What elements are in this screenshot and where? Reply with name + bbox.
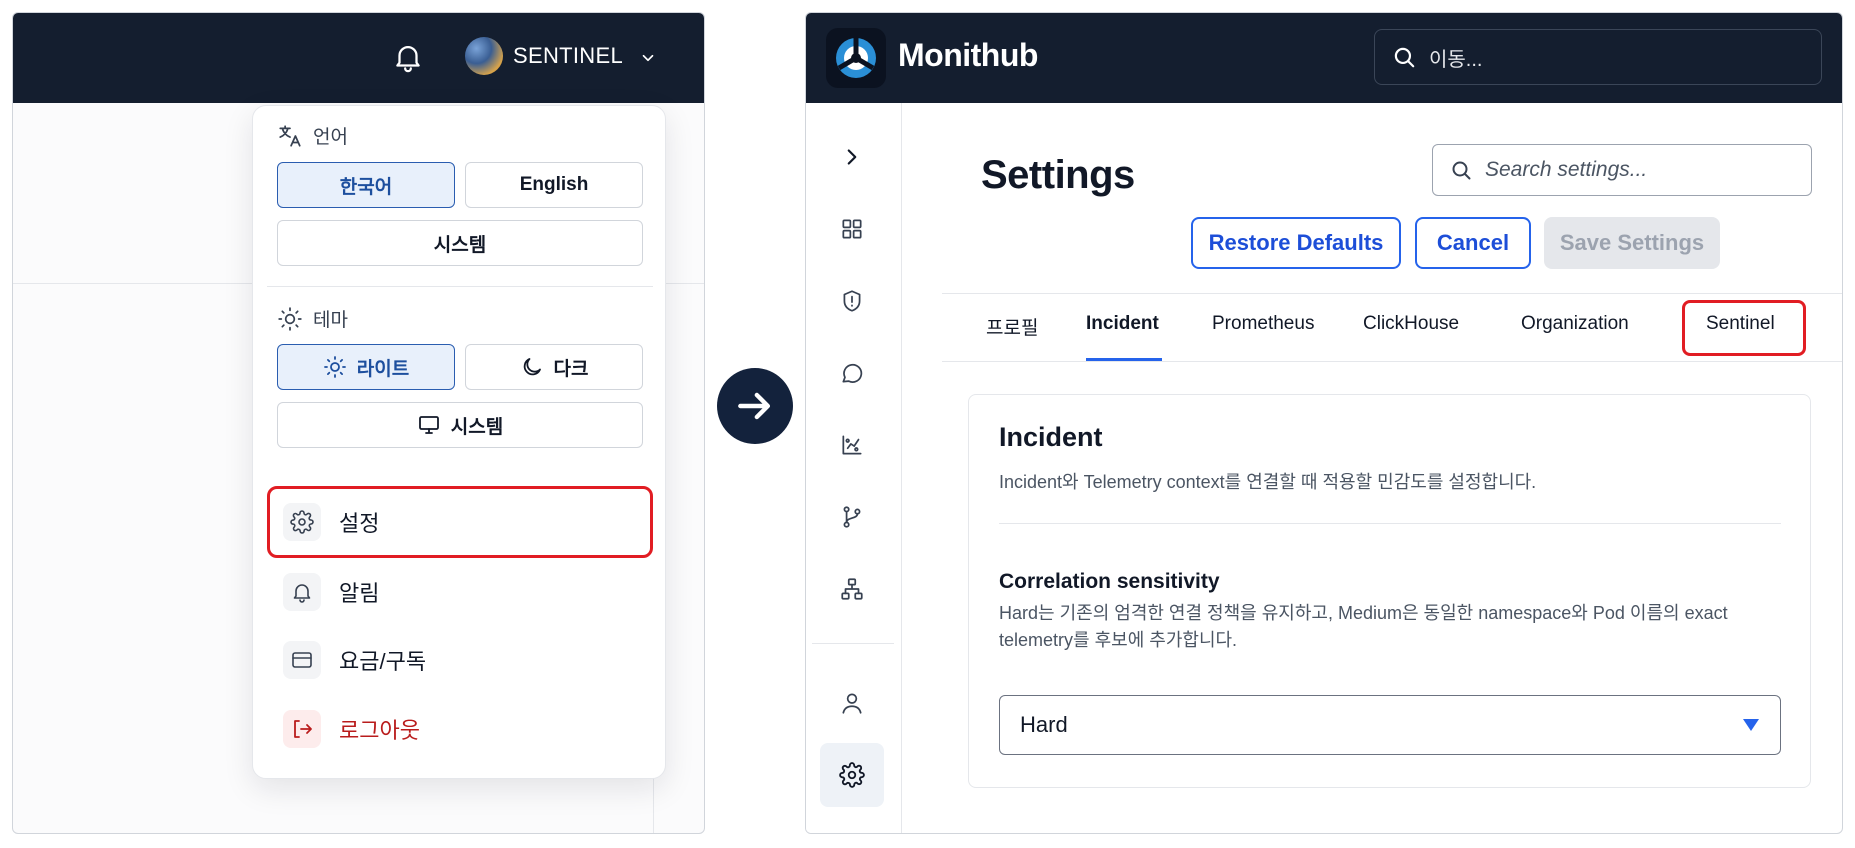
menu-divider — [267, 286, 653, 287]
chart-icon — [842, 435, 862, 455]
card-title: Incident — [999, 422, 1103, 452]
cancel-button[interactable]: Cancel — [1415, 217, 1531, 269]
menu-item-notifications[interactable]: 알림 — [267, 556, 653, 628]
transition-arrow — [717, 368, 793, 444]
menu-item-settings[interactable]: 설정 — [267, 486, 653, 558]
menu-item-logout[interactable]: 로그아웃 — [267, 693, 653, 765]
page-title: Settings — [981, 153, 1135, 197]
side-navigation — [806, 103, 902, 833]
theme-option-light[interactable]: 라이트 — [277, 344, 455, 390]
tab-profile[interactable]: 프로필 — [986, 313, 1038, 340]
sun-icon — [278, 306, 302, 331]
settings-search-placeholder: Search settings... — [1485, 158, 1648, 181]
arrow-right-icon — [738, 392, 771, 420]
menu-item-label: 알림 — [339, 581, 380, 606]
menu-item-label: 설정 — [339, 511, 380, 536]
network-icon — [841, 578, 863, 600]
monitor-icon — [418, 416, 439, 434]
chevron-down-icon[interactable] — [639, 49, 657, 67]
before-screenshot-panel: SENTINEL 언어 한국어 English 시스템 테마 라이트 다크 시스… — [12, 12, 705, 834]
theme-section-heading: 테마 — [277, 305, 348, 332]
nav-incidents[interactable] — [820, 269, 884, 333]
search-icon — [1452, 161, 1471, 180]
user-icon — [842, 693, 862, 714]
nav-metrics[interactable] — [820, 413, 884, 477]
correlation-sensitivity-select[interactable]: Hard — [999, 695, 1781, 755]
credit-card-icon — [283, 641, 321, 679]
git-branch-icon — [843, 506, 861, 528]
nav-topology[interactable] — [820, 557, 884, 621]
top-navigation-bar: Monithub 이동... — [806, 13, 1842, 103]
user-dropdown-menu: 언어 한국어 English 시스템 테마 라이트 다크 시스템 설정 알림 요… — [252, 105, 666, 779]
card-divider — [999, 523, 1781, 524]
menu-item-label: 요금/구독 — [339, 649, 427, 674]
menu-item-label: 로그아웃 — [339, 718, 420, 743]
nav-chat[interactable] — [820, 341, 884, 405]
user-avatar[interactable] — [465, 37, 503, 75]
incident-settings-card: Incident Incident와 Telemetry context를 연결… — [968, 394, 1811, 788]
bell-icon — [283, 573, 321, 611]
global-search-placeholder: 이동... — [1429, 48, 1483, 71]
nav-workflows[interactable] — [820, 485, 884, 549]
user-menu-name[interactable]: SENTINEL — [513, 43, 623, 69]
brand-logo-icon[interactable] — [826, 28, 886, 88]
shield-alert-icon — [843, 290, 861, 312]
sentinel-tab-highlight — [1682, 300, 1806, 356]
chat-icon — [842, 363, 863, 383]
tab-prometheus[interactable]: Prometheus — [1212, 313, 1314, 335]
tab-organization[interactable]: Organization — [1521, 313, 1629, 335]
search-icon — [1394, 47, 1415, 68]
theme-option-system[interactable]: 시스템 — [277, 402, 643, 448]
translate-icon — [279, 124, 301, 147]
theme-option-dark[interactable]: 다크 — [465, 344, 643, 390]
language-option-system[interactable]: 시스템 — [277, 220, 643, 266]
nav-expand-button[interactable] — [820, 125, 884, 189]
brand-name[interactable]: Monithub — [898, 37, 1038, 74]
card-description: Incident와 Telemetry context를 연결할 때 적용할 민… — [999, 472, 1537, 492]
moon-icon — [523, 358, 541, 376]
select-value: Hard — [1020, 712, 1068, 737]
nav-profile[interactable] — [820, 671, 884, 735]
top-navigation-bar: SENTINEL — [13, 13, 704, 103]
dashboard-grid-icon — [842, 219, 862, 239]
gear-icon — [839, 762, 865, 788]
tabs-divider — [942, 293, 1842, 294]
menu-item-billing[interactable]: 요금/구독 — [267, 624, 653, 696]
save-settings-button[interactable]: Save Settings — [1544, 217, 1720, 269]
settings-search-input[interactable]: Search settings... — [1432, 144, 1812, 196]
nav-divider — [812, 643, 894, 644]
global-search-input[interactable]: 이동... — [1374, 29, 1822, 85]
gear-icon — [283, 503, 321, 541]
tab-clickhouse[interactable]: ClickHouse — [1363, 313, 1459, 335]
tab-incident[interactable]: Incident — [1086, 313, 1159, 335]
nav-settings[interactable] — [820, 743, 884, 807]
nav-dashboard[interactable] — [820, 197, 884, 261]
tabs-divider — [942, 361, 1842, 362]
chevron-right-icon — [847, 149, 857, 165]
sun-icon — [323, 356, 346, 378]
after-screenshot-panel: Monithub 이동... Settings Search settings.… — [805, 12, 1843, 834]
logout-icon — [283, 710, 321, 748]
language-option-english[interactable]: English — [465, 162, 643, 208]
language-option-korean[interactable]: 한국어 — [277, 162, 455, 208]
language-section-heading: 언어 — [277, 122, 348, 149]
restore-defaults-button[interactable]: Restore Defaults — [1191, 217, 1401, 269]
correlation-sensitivity-label: Correlation sensitivity — [999, 570, 1220, 593]
correlation-sensitivity-help: Hard는 기존의 엄격한 연결 정책을 유지하고, Medium은 동일한 n… — [999, 603, 1728, 650]
triangle-down-icon — [1743, 719, 1759, 731]
notification-bell-icon[interactable] — [391, 40, 425, 74]
